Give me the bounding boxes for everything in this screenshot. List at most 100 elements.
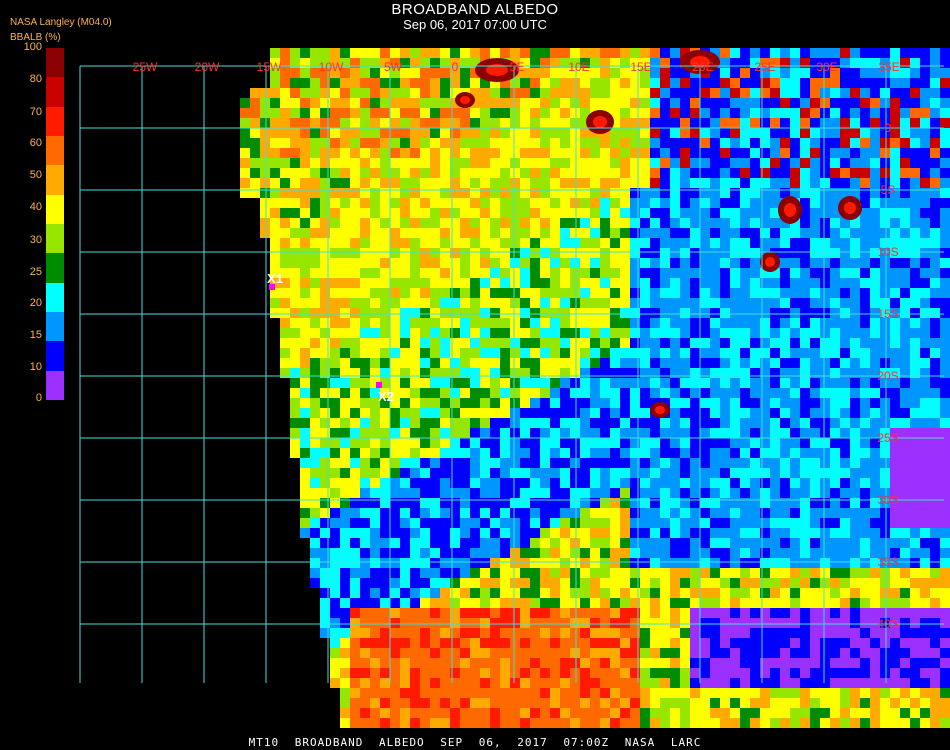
albedo-pixel (750, 508, 760, 518)
albedo-pixel (540, 688, 550, 698)
albedo-pixel (710, 318, 720, 328)
albedo-pixel (940, 708, 950, 718)
albedo-pixel (650, 138, 660, 148)
albedo-pixel (790, 718, 800, 728)
albedo-pixel (660, 78, 670, 88)
albedo-pixel (400, 488, 410, 498)
legend-swatch (46, 253, 64, 284)
albedo-pixel (310, 568, 320, 578)
albedo-pixel (930, 288, 940, 298)
albedo-pixel (830, 568, 840, 578)
albedo-pixel (680, 448, 690, 458)
albedo-pixel (720, 288, 730, 298)
albedo-pixel (640, 598, 650, 608)
albedo-pixel (670, 178, 680, 188)
albedo-pixel (440, 478, 450, 488)
albedo-pixel (380, 248, 390, 258)
albedo-pixel (350, 248, 360, 258)
albedo-pixel (730, 698, 740, 708)
albedo-pixel (460, 288, 470, 298)
albedo-pixel (370, 698, 380, 708)
albedo-pixel (710, 538, 720, 548)
albedo-pixel (390, 508, 400, 518)
albedo-pixel (310, 438, 320, 448)
albedo-pixel (700, 418, 710, 428)
albedo-pixel (530, 678, 540, 688)
albedo-pixel (720, 588, 730, 598)
albedo-pixel (530, 168, 540, 178)
albedo-pixel (380, 108, 390, 118)
albedo-pixel (820, 258, 830, 268)
albedo-pixel (540, 88, 550, 98)
albedo-pixel (380, 668, 390, 678)
albedo-pixel (650, 118, 660, 128)
albedo-pixel (310, 478, 320, 488)
albedo-pixel (360, 578, 370, 588)
albedo-pixel (890, 708, 900, 718)
albedo-pixel (550, 628, 560, 638)
albedo-pixel (420, 258, 430, 268)
albedo-pixel (620, 658, 630, 668)
albedo-pixel (800, 388, 810, 398)
albedo-pixel (390, 638, 400, 648)
albedo-pixel (930, 338, 940, 348)
albedo-pixel (840, 688, 850, 698)
albedo-pixel (390, 518, 400, 528)
albedo-pixel (750, 608, 760, 618)
albedo-pixel (470, 428, 480, 438)
albedo-pixel (580, 658, 590, 668)
albedo-pixel (330, 598, 340, 608)
albedo-pixel (800, 168, 810, 178)
albedo-pixel (570, 78, 580, 88)
albedo-pixel (340, 718, 350, 728)
albedo-pixel (480, 118, 490, 128)
albedo-pixel (780, 458, 790, 468)
albedo-pixel (710, 148, 720, 158)
albedo-pixel (360, 328, 370, 338)
albedo-pixel (410, 688, 420, 698)
albedo-pixel (640, 648, 650, 658)
albedo-pixel (660, 598, 670, 608)
albedo-pixel (900, 578, 910, 588)
albedo-pixel (880, 78, 890, 88)
albedo-pixel (720, 208, 730, 218)
albedo-pixel (530, 178, 540, 188)
albedo-pixel (470, 338, 480, 348)
albedo-pixel (540, 198, 550, 208)
albedo-pixel (480, 298, 490, 308)
albedo-pixel (460, 568, 470, 578)
albedo-pixel (440, 288, 450, 298)
albedo-pixel (820, 448, 830, 458)
albedo-pixel (470, 328, 480, 338)
albedo-pixel (440, 388, 450, 398)
albedo-pixel (550, 78, 560, 88)
albedo-pixel (380, 168, 390, 178)
albedo-pixel (520, 398, 530, 408)
albedo-pixel (580, 388, 590, 398)
legend-swatch (46, 282, 64, 313)
albedo-pixel (270, 98, 280, 108)
albedo-pixel (700, 258, 710, 268)
albedo-pixel (410, 398, 420, 408)
albedo-pixel (540, 278, 550, 288)
albedo-pixel (240, 138, 250, 148)
albedo-pixel (430, 688, 440, 698)
albedo-pixel (830, 258, 840, 268)
albedo-pixel (490, 298, 500, 308)
albedo-pixel (510, 98, 520, 108)
albedo-pixel (930, 68, 940, 78)
albedo-pixel (890, 538, 900, 548)
albedo-pixel (860, 688, 870, 698)
albedo-pixel (610, 158, 620, 168)
albedo-pixel (280, 258, 290, 268)
albedo-pixel (480, 638, 490, 648)
albedo-pixel (800, 408, 810, 418)
albedo-pixel (580, 328, 590, 338)
albedo-pixel (810, 118, 820, 128)
albedo-pixel (510, 408, 520, 418)
albedo-pixel (550, 98, 560, 108)
albedo-pixel (280, 338, 290, 348)
albedo-pixel (270, 78, 280, 88)
albedo-pixel (870, 358, 880, 368)
albedo-pixel (410, 698, 420, 708)
